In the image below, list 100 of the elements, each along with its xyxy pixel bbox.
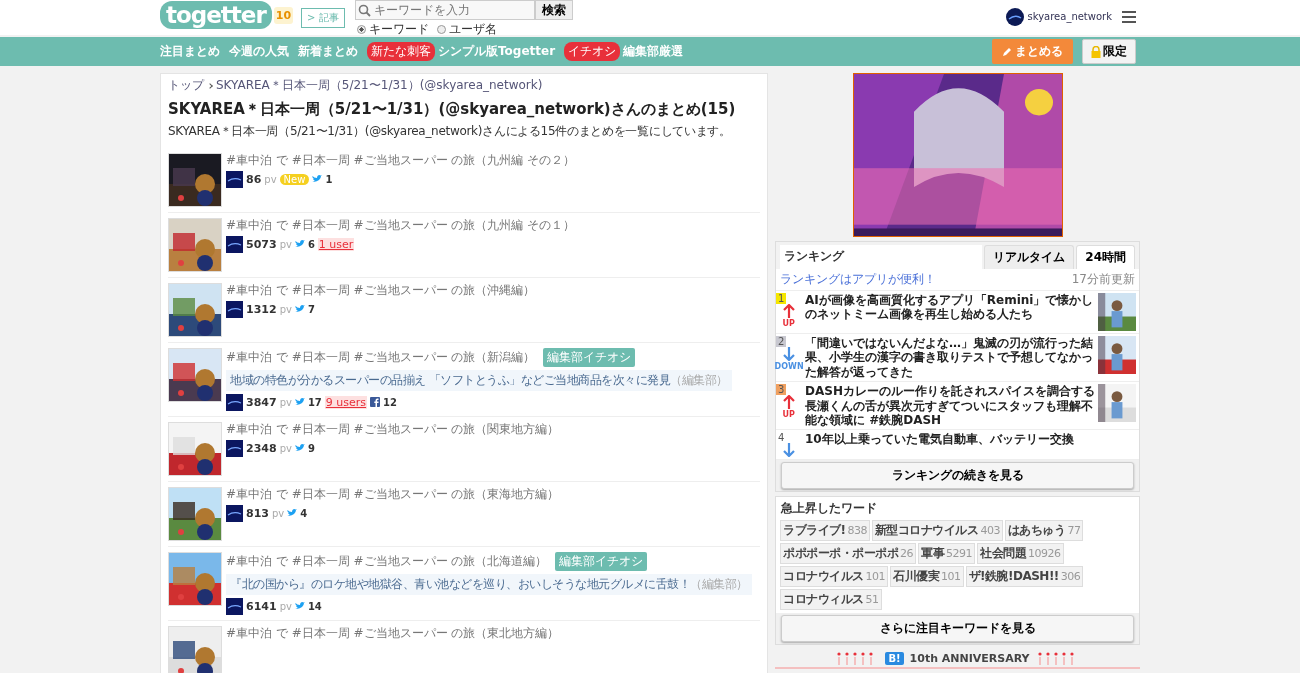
article-title-link[interactable]: #車中泊 で #日本一周 #ご当地スーパー の旅（関東地方編） <box>226 421 560 437</box>
pv-count: 813 <box>246 506 269 520</box>
keyword-tag[interactable]: コロナウイルス 101 <box>780 566 888 588</box>
bird-icon <box>294 444 305 452</box>
bird-icon <box>294 398 305 406</box>
article-description: 『北の国から』のロケ地や地獄谷、青い池などを巡り、おいしそうな地元グルメに舌鼓！（編集部） <box>226 573 752 595</box>
up-arrow-icon <box>783 395 795 410</box>
ranking-tab[interactable]: リアルタイム <box>984 245 1075 269</box>
users-link[interactable]: 1 user <box>317 237 355 251</box>
tweet-count: 6 <box>307 238 315 250</box>
pick-badge: 編集部イチオシ <box>543 347 636 367</box>
avatar-icon[interactable] <box>226 170 243 188</box>
avatar-icon[interactable] <box>226 393 243 411</box>
avatar-icon[interactable] <box>226 504 243 522</box>
share-count: 12 <box>383 396 397 408</box>
pv-unit: pv <box>271 507 285 519</box>
down-arrow-icon <box>783 347 795 361</box>
avatar-icon[interactable] <box>226 235 243 253</box>
anniversary-text: 10th ANNIVERSARY <box>909 651 1030 665</box>
avatar-icon[interactable] <box>226 439 243 457</box>
logo-icon: B! <box>885 651 904 665</box>
search-button[interactable]: 検索 <box>534 0 573 20</box>
more-ranking-button[interactable]: ランキングの続きを見る <box>781 462 1134 490</box>
pv-count: 6141 <box>246 599 277 613</box>
tweet-count: 9 <box>307 442 315 454</box>
nav-tag: 新たな刺客 <box>367 42 435 61</box>
article-description: 地域の特色が分かるスーパーの品揃え 「ソフトとうふ」などご当地商品を次々に発見（編集部） <box>226 369 732 391</box>
keyword-tag[interactable]: はあちゅう 77 <box>1005 520 1084 542</box>
tweet-count: 1 <box>325 173 333 185</box>
pencil-icon <box>1002 46 1012 57</box>
article-title-link[interactable]: #車中泊 で #日本一周 #ご当地スーパー の旅（東北地方編） <box>226 625 560 641</box>
avatar-icon[interactable] <box>226 300 243 318</box>
lock-icon <box>1091 45 1101 58</box>
pv-count: 1312 <box>246 302 277 316</box>
ranking-link[interactable]: 10年以上乗っていた電気自動車、バッテリー交換 <box>805 432 1136 447</box>
rank-number: 1 <box>776 293 787 304</box>
pv-unit: pv <box>279 238 292 250</box>
pv-unit: pv <box>279 303 292 315</box>
pv-count: 3847 <box>246 395 277 409</box>
tweet-count: 4 <box>300 507 308 519</box>
users-link[interactable]: 9 users <box>324 395 368 409</box>
breadcrumb-link[interactable]: SKYAREA＊日本一周（5/21〜1/31）(@skyarea_network) <box>216 77 543 94</box>
user-link[interactable]: skyarea_network <box>1027 11 1112 22</box>
bird-icon <box>287 509 298 517</box>
pv-count: 86 <box>246 172 262 186</box>
panel-heading: ランキング <box>780 245 983 269</box>
rank-change: UP <box>782 410 796 420</box>
ranking-link[interactable]: 「間違いではないんだよな…」鬼滅の刃が流行った結果、小学生の漢字の書き取りテストで予想してなかった解答が返ってきた <box>805 336 1095 380</box>
keyword-tag[interactable]: 軍事 5291 <box>918 543 975 565</box>
pv-unit: pv <box>264 173 277 185</box>
down-arrow-icon <box>783 443 795 458</box>
keyword-tag[interactable]: ラブライブ! 838 <box>780 520 870 542</box>
keyword-tag[interactable]: 新型コロナウイルス 403 <box>872 520 1003 542</box>
article-title-link[interactable]: #車中泊 で #日本一周 #ご当地スーパー の旅（東海地方編） <box>226 486 560 502</box>
radio-option[interactable]: ユーザ名 <box>436 21 497 38</box>
new-badge: New <box>279 173 310 185</box>
limited-button[interactable]: 限定 <box>1082 39 1136 64</box>
keyword-tag[interactable]: 石川優実 101 <box>890 566 964 588</box>
keyword-tag[interactable]: 社会問題 10926 <box>977 543 1064 565</box>
pv-count: 2348 <box>246 441 277 455</box>
nav-tag: イチオシ <box>564 42 621 61</box>
bird-icon <box>294 602 305 610</box>
ranking-link[interactable]: AIが画像を高画質化するアプリ「Remini」で懐かしのネットミーム画像を再生し始める人たち <box>805 293 1095 322</box>
keyword-tag[interactable]: コロナウィルス 51 <box>780 589 882 611</box>
rank-change: DOWN <box>774 362 804 371</box>
search-field[interactable]: キーワードを入力 <box>354 0 535 20</box>
panel-heading: 急上昇したワード <box>781 500 878 518</box>
tweet-count: 17 <box>307 396 322 408</box>
article-title-link[interactable]: #車中泊 で #日本一周 #ご当地スーパー の旅（沖縄編） <box>226 282 536 298</box>
ranking-tab[interactable]: 24時間 <box>1076 245 1135 269</box>
update-time: 17分前更新 <box>1071 271 1135 288</box>
rank-change: UP <box>782 319 796 328</box>
pv-unit: pv <box>279 442 292 454</box>
facebook-icon <box>370 397 381 407</box>
bird-icon <box>294 240 305 248</box>
pv-unit: pv <box>279 396 292 408</box>
breadcrumb-link[interactable]: トップ <box>168 77 204 94</box>
avatar-icon[interactable] <box>1005 8 1024 26</box>
pv-unit: pv <box>279 600 292 612</box>
article-title-link[interactable]: #車中泊 で #日本一周 #ご当地スーパー の旅（九州編 その１） <box>226 217 576 233</box>
article-title-link[interactable]: #車中泊 で #日本一周 #ご当地スーパー の旅（新潟編） <box>226 349 536 365</box>
search-icon <box>357 4 371 17</box>
pick-badge: 編集部イチオシ <box>555 551 648 571</box>
article-title-link[interactable]: #車中泊 で #日本一周 #ご当地スーパー の旅（九州編 その２） <box>226 152 576 168</box>
article-title-link[interactable]: #車中泊 で #日本一周 #ご当地スーパー の旅（北海道編） <box>226 553 548 569</box>
more-keywords-button[interactable]: さらに注目キーワードを見る <box>781 615 1134 643</box>
up-arrow-icon <box>783 304 795 318</box>
page-summary: SKYAREA＊日本一周（5/21〜1/31）(@skyarea_network)さんによる15件のまとめを一覧にしています。 <box>168 122 732 140</box>
avatar-icon[interactable] <box>226 597 243 615</box>
ranking-link[interactable]: DASHカレーのルー作りを託されスパイスを調合する長瀬くんの舌が異次元すぎてついにスタッフも理解不能な領域に #鉄腕DASH <box>805 384 1095 428</box>
app-link[interactable]: ランキングはアプリが便利！ <box>780 271 936 288</box>
menu-icon[interactable] <box>1122 11 1136 23</box>
radio-option[interactable]: キーワード <box>356 21 429 38</box>
pv-count: 5073 <box>246 237 277 251</box>
rank-number: 3 <box>776 384 787 396</box>
bird-icon <box>294 305 305 313</box>
rank-number: 4 <box>776 432 787 444</box>
page-title: SKYAREA＊日本一周（5/21〜1/31）(@skyarea_network)さんのまとめ(15) <box>168 100 737 120</box>
keyword-tag[interactable]: ザ!鉄腕!DASH!! 306 <box>965 566 1084 588</box>
bird-icon <box>312 175 323 183</box>
